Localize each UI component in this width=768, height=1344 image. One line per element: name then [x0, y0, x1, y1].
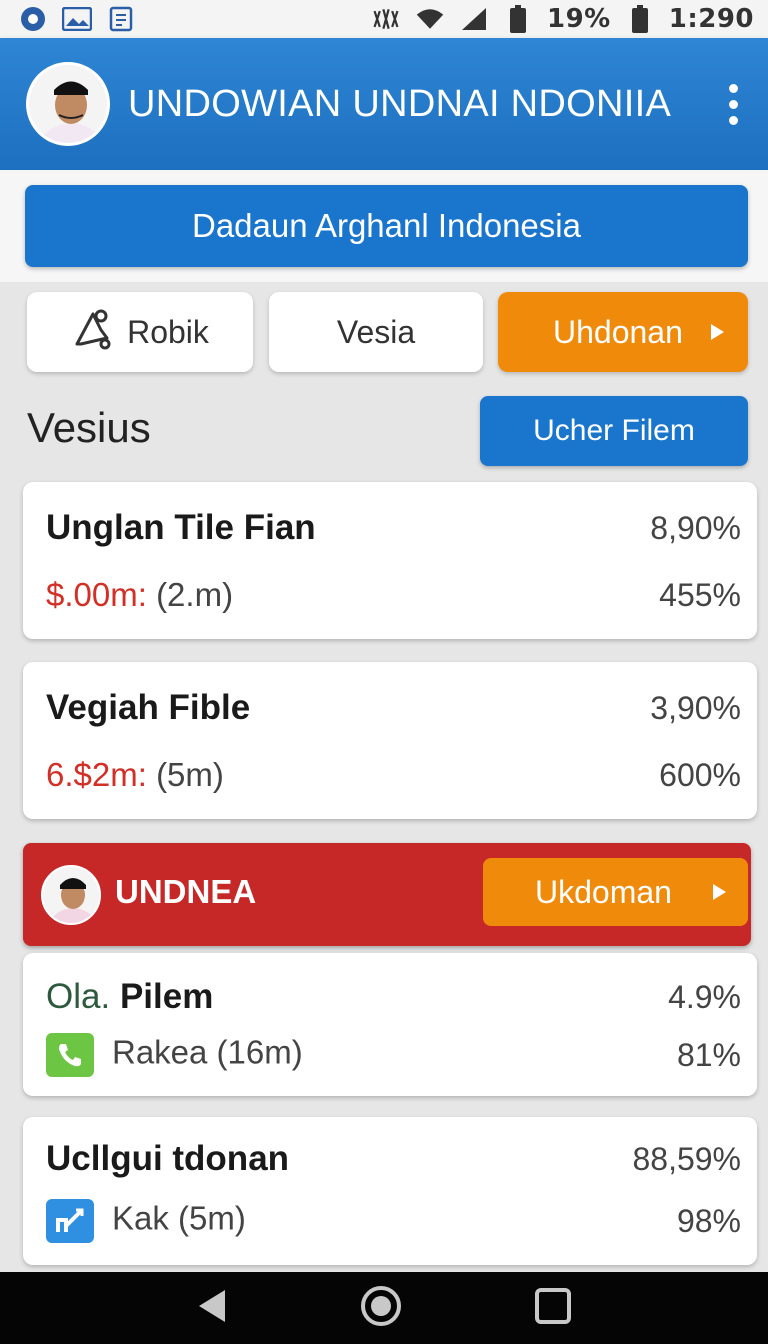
item-percent-top: 4.9% — [668, 978, 741, 1015]
item-percent-bottom: 455% — [659, 576, 741, 613]
chip-label: Robik — [127, 313, 209, 350]
status-bar: 19% 1:290 — [0, 0, 768, 38]
menu-dot-icon — [728, 99, 738, 109]
item-percent-top: 3,90% — [650, 689, 741, 726]
item-percent-top: 8,90% — [650, 509, 741, 546]
bell-icon — [71, 306, 113, 358]
item-subtitle: Kak (5m) — [46, 1199, 246, 1243]
menu-dot-icon — [728, 115, 738, 125]
profile-avatar[interactable] — [26, 62, 110, 146]
overflow-menu-button[interactable] — [718, 74, 748, 134]
wifi-icon — [415, 6, 445, 32]
list-item[interactable]: Vegiah Fible 3,90% 6.$2m: (5m) 600% — [23, 662, 757, 819]
item-amount: $.00m: — [46, 576, 147, 613]
item-subtitle: $.00m: (2.m) — [46, 576, 233, 614]
promo-button[interactable]: Ukdoman — [483, 858, 748, 926]
battery-level: 19% — [547, 4, 611, 34]
item-duration: (5m) — [156, 756, 224, 793]
banner-area: Dadaun Arghanl Indonesia — [0, 170, 768, 282]
item-title: Ola. Pilem — [46, 977, 213, 1017]
system-nav-bar — [0, 1272, 768, 1344]
item-title-prefix: Ola. — [46, 977, 111, 1016]
chip-label: Uhdonan — [553, 313, 683, 350]
chip-label: Vesia — [336, 313, 416, 350]
item-subtitle: Rakea (16m) — [46, 1033, 303, 1077]
play-triangle-icon — [713, 884, 726, 900]
promo-avatar — [41, 865, 101, 925]
item-amount: 6.$2m: — [46, 756, 147, 793]
item-title: Vegiah Fible — [46, 688, 251, 727]
signal-icon — [459, 6, 489, 32]
item-subtitle: 6.$2m: (5m) — [46, 756, 224, 794]
list-item[interactable]: Ola. Pilem 4.9% Rakea (16m) 81% — [23, 953, 757, 1096]
list-item[interactable]: Ucllgui tdonan 88,59% Kak (5m) 98% — [23, 1117, 757, 1265]
item-percent-bottom: 98% — [676, 1202, 741, 1239]
banner-button[interactable]: Dadaun Arghanl Indonesia — [25, 185, 748, 267]
promo-button-label: Ukdoman — [535, 873, 672, 910]
item-title: Ucllgui tdonan — [46, 1139, 290, 1178]
play-triangle-icon — [711, 324, 724, 340]
vibrate-icon — [371, 6, 401, 32]
item-duration: (2.m) — [156, 576, 234, 613]
item-title: Unglan Tile Fian — [46, 508, 316, 547]
filter-button[interactable]: Ucher Filem — [480, 396, 748, 466]
settings-icon — [18, 6, 48, 32]
item-subtitle-text: Rakea (16m) — [112, 1033, 303, 1071]
phone-icon — [46, 1033, 94, 1077]
section-title: Vesius — [27, 404, 151, 451]
image-icon — [62, 6, 92, 32]
chip-vesia[interactable]: Vesia — [269, 292, 483, 372]
menu-dot-icon — [728, 83, 738, 93]
item-title-text: Pilem — [119, 977, 214, 1016]
item-subtitle-text: Kak (5m) — [112, 1199, 246, 1237]
battery-small-icon — [625, 5, 655, 33]
promo-label: UNDNEA — [115, 873, 257, 910]
item-percent-bottom: 81% — [676, 1036, 741, 1073]
app-bar: UNDOWIAN UNDNAI NDONIIA — [0, 38, 768, 170]
clock: 1:290 — [668, 4, 754, 34]
chip-robik[interactable]: Robik — [27, 292, 253, 372]
app-title: UNDOWIAN UNDNAI NDONIIA — [128, 82, 672, 125]
battery-icon — [503, 5, 533, 33]
list-item[interactable]: Unglan Tile Fian 8,90% $.00m: (2.m) 455% — [23, 482, 757, 639]
document-icon — [106, 6, 136, 32]
promo-banner: UNDNEA Ukdoman — [23, 843, 751, 946]
home-icon[interactable] — [359, 1284, 403, 1332]
chip-uhdonan[interactable]: Uhdonan — [498, 292, 748, 372]
recents-icon[interactable] — [533, 1286, 573, 1330]
item-percent-top: 88,59% — [632, 1140, 741, 1177]
chart-icon — [46, 1199, 94, 1243]
back-icon[interactable] — [195, 1287, 229, 1329]
item-percent-bottom: 600% — [659, 756, 741, 793]
